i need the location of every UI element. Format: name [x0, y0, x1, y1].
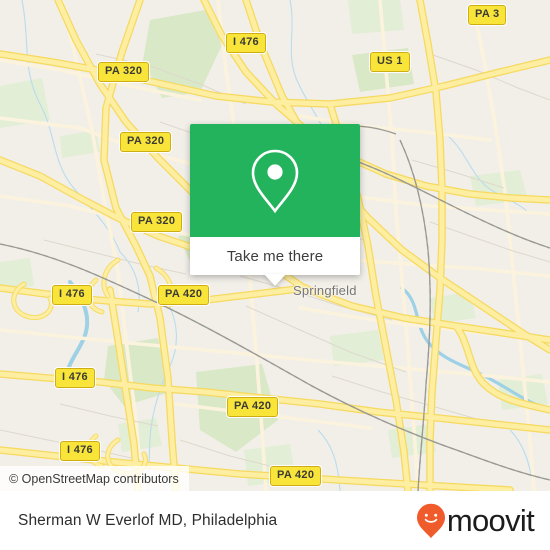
road-shield-i-476-3[interactable]: I 476	[55, 368, 95, 388]
popup-header	[190, 124, 360, 237]
popup-pointer-tail	[264, 274, 286, 286]
moovit-smiley-pin-icon	[416, 503, 445, 538]
moovit-logo[interactable]: moovit	[416, 503, 535, 539]
take-me-there-label: Take me there	[226, 247, 324, 265]
page-title: Sherman W Everlof MD, Philadelphia	[18, 511, 278, 529]
map-popup-card[interactable]: Take me there	[190, 124, 360, 286]
road-shield-pa-420-1[interactable]: PA 420	[158, 285, 210, 305]
map-screenshot: .road-major { stroke:#f6d95f; stroke-lin…	[0, 0, 550, 550]
map-canvas[interactable]: .road-major { stroke:#f6d95f; stroke-lin…	[0, 0, 550, 491]
road-shield-pa-320-3[interactable]: PA 320	[131, 212, 183, 232]
road-shield-pa-320-2[interactable]: PA 320	[120, 132, 172, 152]
popup-footer[interactable]: Take me there	[190, 237, 360, 275]
road-shield-i-476-4[interactable]: I 476	[60, 441, 100, 461]
road-shield-pa-420-3[interactable]: PA 420	[270, 466, 322, 486]
road-shield-i-476-1[interactable]: I 476	[226, 33, 266, 53]
attribution-text: © OpenStreetMap contributors	[9, 471, 179, 486]
map-pin-icon	[251, 149, 299, 213]
road-shield-i-476-2[interactable]: I 476	[52, 285, 92, 305]
place-label-springfield: Springfield	[293, 283, 357, 298]
attribution-bar[interactable]: © OpenStreetMap contributors	[0, 466, 189, 491]
footer-bar: Sherman W Everlof MD, Philadelphia moovi…	[0, 491, 550, 550]
road-shield-us-1[interactable]: US 1	[370, 52, 410, 72]
moovit-wordmark: moovit	[446, 503, 535, 538]
road-shield-pa-3[interactable]: PA 3	[468, 5, 507, 25]
road-shield-pa-320-1[interactable]: PA 320	[98, 62, 150, 82]
road-shield-pa-420-2[interactable]: PA 420	[227, 397, 279, 417]
